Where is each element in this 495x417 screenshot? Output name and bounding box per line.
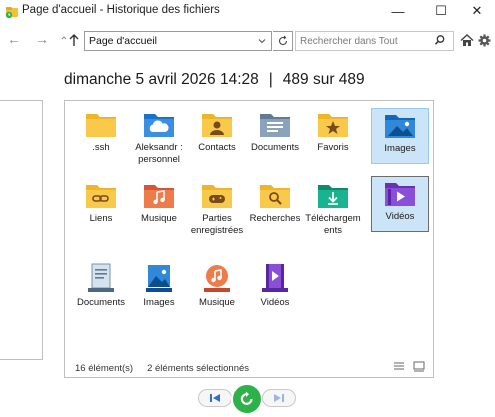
next-version-button[interactable]	[262, 389, 296, 407]
maximize-button[interactable]: ☐	[422, 0, 460, 22]
music-library-icon	[204, 265, 230, 292]
file-view-panel: .ssh Aleksandr : personnel Contacts Docu…	[64, 100, 434, 378]
music-folder-icon	[144, 185, 174, 208]
restore-button[interactable]	[231, 383, 263, 415]
restore-icon	[240, 391, 253, 405]
grid-item-label: Images	[143, 297, 175, 308]
contacts-folder-icon	[202, 114, 232, 137]
grid-item-ssh[interactable]: .ssh	[73, 110, 129, 154]
close-button[interactable]: ✕	[458, 0, 495, 22]
favorites-folder-icon	[318, 114, 348, 137]
toolbar: ← → Page d'accueil Rechercher dans Tout	[0, 28, 495, 54]
refresh-icon	[278, 35, 287, 46]
grid-item-label: Images	[384, 143, 416, 154]
grid-item-label: Vidéos	[260, 297, 290, 308]
status-bar: 16 élément(s) 2 éléments sélectionnés	[75, 363, 249, 374]
window-title: Page d'accueil - Historique des fichiers	[22, 4, 220, 16]
grid-item-documents-library[interactable]: Documents	[73, 263, 129, 309]
large-icons-view-icon[interactable]	[413, 360, 425, 372]
grid-item-onedrive[interactable]: Aleksandr : personnel	[131, 110, 187, 166]
file-history-icon	[5, 7, 18, 19]
backup-date: dimanche 5 avril 2026 14:28	[64, 71, 259, 88]
chevron-down-icon	[258, 39, 266, 44]
search-input[interactable]: Rechercher dans Tout	[295, 31, 454, 51]
saved-games-folder-icon	[202, 185, 232, 208]
links-folder-icon	[86, 185, 116, 208]
up-arrow-icon	[61, 34, 79, 46]
skip-next-icon	[274, 394, 284, 402]
previous-version-panel[interactable]	[0, 100, 43, 360]
header-separator: |	[268, 71, 273, 88]
previous-version-button[interactable]	[198, 389, 232, 407]
up-button[interactable]	[60, 31, 82, 49]
grid-item-music-library[interactable]: Musique	[189, 263, 245, 309]
gear-icon[interactable]	[478, 34, 491, 47]
pictures-library-icon	[146, 265, 172, 292]
documents-library-icon	[88, 263, 114, 292]
grid-item-label: Vidéos	[385, 211, 415, 222]
skip-previous-icon	[210, 394, 220, 402]
grid-item-label: Aleksandr : personnel	[135, 142, 183, 165]
minimize-icon: —	[391, 3, 405, 19]
videos-folder-icon	[385, 183, 415, 206]
close-icon: ✕	[471, 3, 483, 18]
downloads-folder-icon	[318, 185, 348, 208]
videos-library-icon	[262, 264, 288, 292]
home-icon[interactable]	[460, 34, 474, 47]
address-dropdown[interactable]	[254, 31, 270, 51]
grid-item-label: .ssh	[92, 142, 110, 153]
grid-item-label: Liens	[89, 213, 113, 224]
pictures-folder-icon	[385, 115, 415, 138]
grid-item-favorites[interactable]: Favoris	[305, 110, 361, 154]
selection-count: 2 éléments sélectionnés	[147, 363, 250, 374]
item-count: 16 élément(s)	[75, 363, 134, 374]
grid-item-label: Contacts	[198, 142, 236, 153]
searches-folder-icon	[260, 185, 290, 208]
title-bar: Page d'accueil - Historique des fichiers…	[0, 0, 495, 22]
grid-item-searches[interactable]: Recherches	[247, 181, 303, 225]
grid-item-label: Parties enregistrées	[190, 213, 244, 236]
onedrive-folder-icon	[144, 114, 174, 137]
grid-item-label: Documents	[250, 142, 300, 153]
grid-item-downloads[interactable]: Téléchargements	[305, 181, 361, 237]
backup-count: 489 sur 489	[282, 71, 365, 88]
forward-button[interactable]: →	[33, 31, 51, 47]
details-view-icon[interactable]	[393, 360, 405, 372]
back-button[interactable]: ←	[5, 31, 23, 47]
grid-item-links[interactable]: Liens	[73, 181, 129, 225]
address-bar[interactable]: Page d'accueil	[84, 31, 272, 51]
grid-item-pictures-library[interactable]: Images	[131, 263, 187, 309]
grid-item-videos-library[interactable]: Vidéos	[247, 263, 303, 309]
grid-item-saved-games[interactable]: Parties enregistrées	[189, 181, 245, 237]
grid-item-videos[interactable]: Vidéos	[371, 176, 429, 232]
grid-item-contacts[interactable]: Contacts	[189, 110, 245, 154]
grid-item-label: Recherches	[249, 213, 301, 224]
grid-item-label: Musique	[141, 213, 177, 224]
grid-item-label: Téléchargements	[305, 213, 361, 236]
grid-item-label: Favoris	[317, 142, 349, 153]
backup-header: dimanche 5 avril 2026 14:28 | 489 sur 489	[64, 71, 365, 89]
grid-item-music[interactable]: Musique	[131, 181, 187, 225]
grid-item-label: Documents	[76, 297, 126, 308]
grid-item-label: Musique	[199, 297, 235, 308]
grid-item-pictures[interactable]: Images	[371, 108, 429, 164]
maximize-icon: ☐	[435, 3, 447, 18]
grid-item-documents[interactable]: Documents	[247, 110, 303, 154]
refresh-button[interactable]	[273, 31, 293, 51]
minimize-button[interactable]: —	[379, 0, 417, 22]
folder-icon	[86, 114, 116, 137]
documents-folder-icon	[260, 114, 290, 137]
search-icon[interactable]	[434, 34, 446, 46]
